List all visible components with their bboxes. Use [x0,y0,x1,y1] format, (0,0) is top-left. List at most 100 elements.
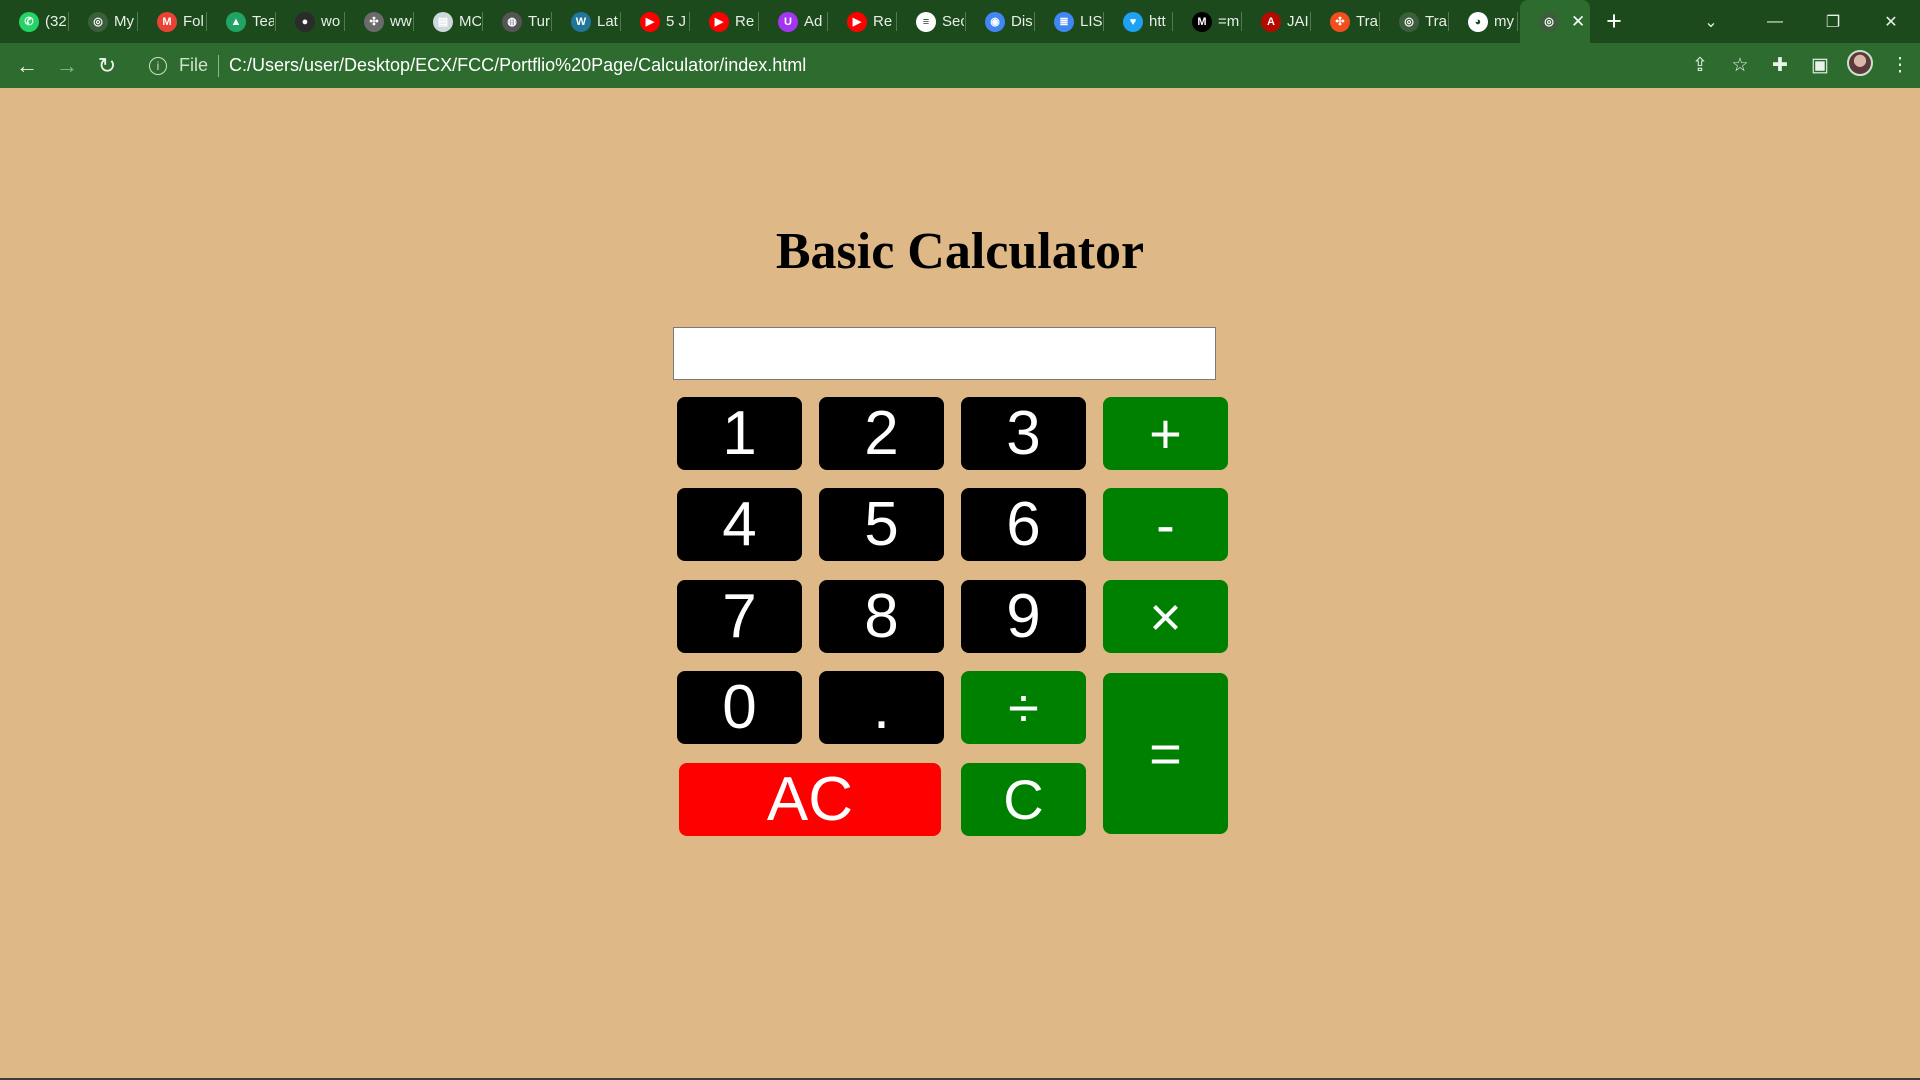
add-button[interactable]: + [1103,397,1228,470]
google-drive-icon: ▲ [226,11,246,32]
side-panel-icon[interactable]: ▣ [1800,54,1840,77]
youtube-icon: ▶ [847,11,867,32]
url-text[interactable]: C:/Users/user/Desktop/ECX/FCC/Portflio%2… [229,55,806,76]
browser-tab[interactable]: U Ad [759,0,828,43]
multiply-button[interactable]: × [1103,580,1228,653]
page-title: Basic Calculator [775,223,1145,280]
decimal-point-button[interactable]: . [819,671,944,744]
browser-tab[interactable]: ▶ 5 J [621,0,690,43]
key-1-button[interactable]: 1 [677,397,802,470]
browser-tab[interactable]: ▶ Re [828,0,897,43]
menu-icon[interactable]: ⋮ [1880,54,1920,77]
browser-tab[interactable]: ✆ (32 [0,0,69,43]
chrome-icon: ◉ [985,11,1005,32]
share-icon[interactable]: ⇪ [1680,54,1720,77]
tab-title: Dis [1011,13,1033,30]
minimize-button[interactable]: — [1746,13,1804,31]
forward-button[interactable]: → [47,46,87,86]
active-tab[interactable]: ◎ ✕ [1520,0,1590,43]
docs-icon: ≣ [1054,11,1074,32]
tab-title: =m [1218,13,1240,30]
wordpress-icon: W [571,11,591,32]
browser-tab[interactable]: ≣ LIS [1035,0,1104,43]
close-tab-icon[interactable]: ✕ [1571,12,1585,32]
close-window-button[interactable]: ✕ [1862,12,1920,32]
gmail-icon: M [157,11,177,32]
key-4-button[interactable]: 4 [677,488,802,561]
address-divider [218,54,220,77]
profile-icon: ● [295,11,315,32]
browser-tab[interactable]: ◍ Tur [483,0,552,43]
key-8-button[interactable]: 8 [819,580,944,653]
medium-icon: M [1192,11,1212,32]
key-5-button[interactable]: 5 [819,488,944,561]
info-icon[interactable]: i [149,56,167,75]
browser-tab[interactable]: ▶ Re [690,0,759,43]
chatgpt-icon: ◎ [88,11,108,32]
browser-tab[interactable]: ● wo [276,0,345,43]
browser-tab[interactable]: ♥ htt [1104,0,1173,43]
browser-tab[interactable]: A JAI [1242,0,1311,43]
profile-avatar[interactable] [1840,49,1880,82]
browser-tab[interactable]: ✣ ww [345,0,414,43]
subtract-button[interactable]: - [1103,488,1228,561]
tab-title: Sec [942,13,964,30]
page-content: Basic Calculator 1 2 3 + 4 5 6 - 7 8 9 ×… [0,88,1920,1080]
browser-tab[interactable]: ▲ Tea [207,0,276,43]
globe-icon: ◍ [502,11,522,32]
tab-title: MC [459,13,481,30]
key-0-button[interactable]: 0 [677,671,802,744]
restore-button[interactable]: ❐ [1804,12,1862,32]
calculator-display[interactable] [673,327,1216,380]
tab-title: Tea [252,13,274,30]
tab-title: (32 [45,13,67,30]
browser-tab[interactable]: ◎ My [69,0,138,43]
address-bar[interactable]: i File C:/Users/user/Desktop/ECX/FCC/Por… [140,47,1700,84]
figma-icon: ✣ [1330,11,1350,32]
key-9-button[interactable]: 9 [961,580,1086,653]
reload-button[interactable]: ↻ [87,46,127,86]
tab-title: Tur [528,13,550,30]
equals-button[interactable]: = [1103,673,1228,834]
whatsapp-icon: ✆ [19,11,39,32]
key-2-button[interactable]: 2 [819,397,944,470]
window-controls: ⌄ — ❐ ✕ [1676,0,1920,43]
browser-tab[interactable]: ◕ my [1449,0,1518,43]
browser-tab[interactable]: W Lat [552,0,621,43]
key-6-button[interactable]: 6 [961,488,1086,561]
browser-tab[interactable]: ✣ Tra [1311,0,1380,43]
figma-icon: ✣ [364,11,384,32]
tab-title: Ad [804,13,823,30]
bars-icon: ≡ [916,11,936,32]
browser-tab[interactable]: ◉ Dis [966,0,1035,43]
tab-title: Re [735,13,755,30]
clear-button[interactable]: C [961,763,1086,836]
browser-tab[interactable]: ▤ MC [414,0,483,43]
tab-title: My [114,13,134,30]
github-icon: ◕ [1468,11,1488,32]
tab-title: wo [321,13,341,30]
browser-toolbar: ← → ↻ i File C:/Users/user/Desktop/ECX/F… [0,43,1920,88]
browser-tab[interactable]: M =m [1173,0,1242,43]
browser-tab[interactable]: M Fol [138,0,207,43]
browser-tab[interactable]: ◎ Tra [1380,0,1449,43]
tab-title: ww [390,13,412,30]
key-3-button[interactable]: 3 [961,397,1086,470]
key-7-button[interactable]: 7 [677,580,802,653]
toolbar-actions: ⇪ ☆ ✚ ▣ ⋮ [1680,43,1920,88]
tab-search-icon[interactable]: ⌄ [1676,12,1746,32]
scheme-label: File [179,55,209,75]
bookmark-star-icon[interactable]: ☆ [1720,54,1760,77]
back-button[interactable]: ← [7,46,47,86]
new-tab-button[interactable]: + [1590,0,1638,43]
tab-title: my [1494,13,1514,30]
all-clear-button[interactable]: AC [679,763,941,836]
tab-title: Tra [1356,13,1378,30]
extensions-icon[interactable]: ✚ [1760,54,1800,77]
tab-title: htt [1149,13,1166,30]
avatar [1847,49,1873,76]
tab-title: 5 J [666,13,687,30]
divide-button[interactable]: ÷ [961,671,1086,744]
browser-tab[interactable]: ≡ Sec [897,0,966,43]
youtube-icon: ▶ [709,11,729,32]
